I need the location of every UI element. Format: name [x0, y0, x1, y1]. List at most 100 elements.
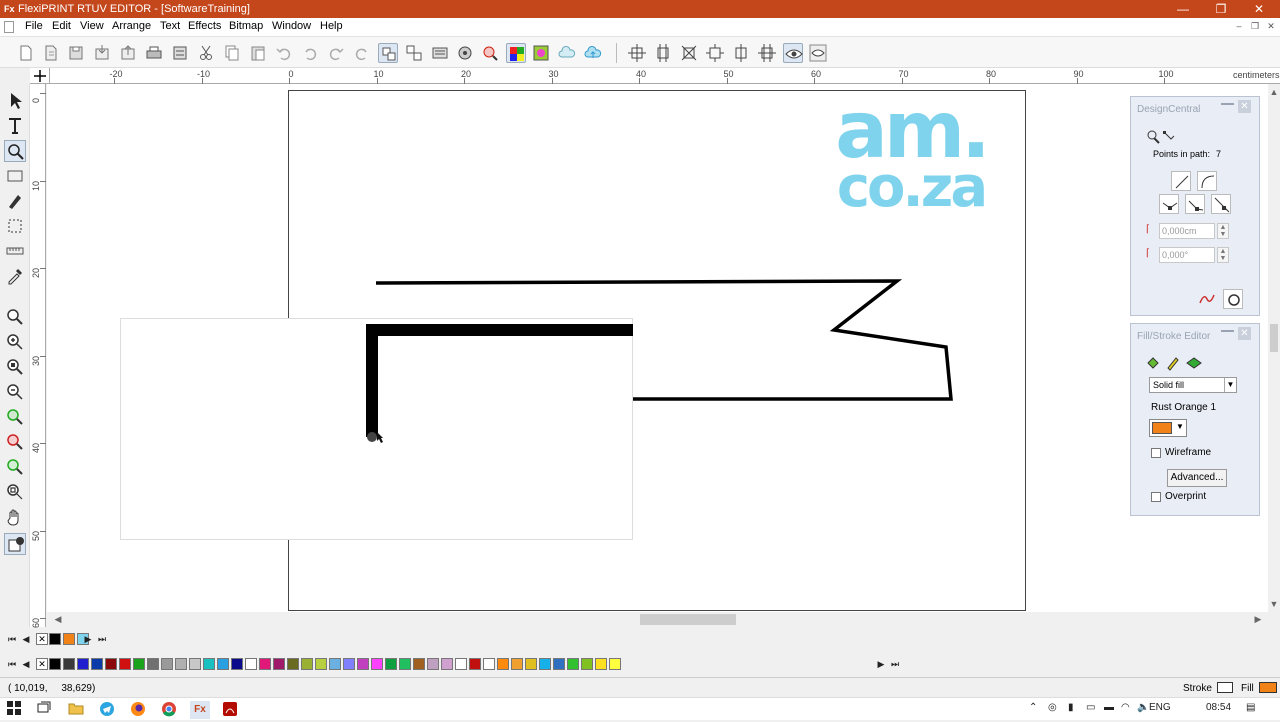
color-swatch[interactable] [161, 658, 173, 670]
color-swatch[interactable] [105, 658, 117, 670]
window-minimize-button[interactable]: — [1164, 0, 1202, 18]
color-swatch[interactable] [441, 658, 453, 670]
new-file-icon[interactable] [16, 43, 36, 63]
ungroup-icon[interactable] [404, 43, 424, 63]
tray-volume-icon[interactable]: 🔈 [1137, 702, 1149, 713]
open-path-icon[interactable] [1197, 289, 1217, 309]
acrobat-icon[interactable] [221, 701, 239, 719]
pen-tool-icon[interactable] [4, 190, 26, 212]
mdi-minimize-button[interactable]: – [1233, 20, 1245, 32]
align-right-icon[interactable] [679, 43, 699, 63]
color-swatch[interactable] [567, 658, 579, 670]
flexiprint-taskbar-icon[interactable]: Fx [190, 701, 210, 719]
scroll-up-icon[interactable]: ▲ [1268, 86, 1280, 98]
cloud-icon[interactable] [557, 43, 577, 63]
group-icon[interactable] [378, 43, 398, 63]
export-icon[interactable] [118, 43, 138, 63]
color-swatch[interactable] [595, 658, 607, 670]
cloud-upload-icon[interactable] [583, 43, 603, 63]
align-middle-icon[interactable] [731, 43, 751, 63]
node-edit-preview[interactable] [120, 318, 633, 540]
overprint-checkbox[interactable] [1151, 492, 1161, 502]
angle-spinner[interactable]: ▲ ▼ [1217, 247, 1229, 263]
tray-wifi-icon[interactable]: ◠ [1121, 702, 1130, 713]
color-swatch[interactable] [273, 658, 285, 670]
document-icon[interactable] [4, 21, 14, 33]
stroke-pen-icon[interactable] [1163, 353, 1183, 373]
angle-input[interactable]: 0,000° [1159, 247, 1215, 263]
horizontal-scroll-thumb[interactable] [640, 614, 736, 625]
color-swatch[interactable] [217, 658, 229, 670]
fill-bucket-icon[interactable] [1143, 353, 1163, 373]
copy-icon[interactable] [222, 43, 242, 63]
zoom-fit-icon[interactable] [4, 306, 26, 328]
color-swatch[interactable] [63, 633, 75, 645]
color-swatch[interactable] [497, 658, 509, 670]
color-wheel-icon[interactable] [455, 43, 475, 63]
vertical-scrollbar[interactable]: ▲ ▼ [1268, 84, 1280, 612]
panel-close-button[interactable]: ✕ [1238, 100, 1251, 113]
color-swatch[interactable] [343, 658, 355, 670]
horizontal-ruler[interactable]: -20 -10 0 10 20 30 40 50 60 70 80 90 100 centimeters [50, 68, 1280, 84]
color-swatch[interactable] [455, 658, 467, 670]
menu-effects[interactable]: Effects [188, 20, 221, 32]
smooth-node-icon[interactable] [1185, 194, 1205, 214]
undo-icon[interactable] [274, 43, 294, 63]
palette-next-icon[interactable]: ▶ [82, 633, 94, 645]
palette-prev-icon[interactable]: ◀ [20, 658, 32, 670]
notification-center-icon[interactable]: ▤ [1246, 702, 1255, 713]
wireframe-checkbox[interactable] [1151, 448, 1161, 458]
color-swatch[interactable] [91, 658, 103, 670]
arrange-icon[interactable] [430, 43, 450, 63]
tray-usb-icon[interactable]: ▮ [1068, 702, 1074, 713]
color-swatch[interactable] [49, 633, 61, 645]
tray-sync-icon[interactable]: ◎ [1048, 702, 1057, 713]
color-swatch[interactable] [231, 658, 243, 670]
tray-battery-icon[interactable]: ▬ [1104, 702, 1114, 713]
node-tool-icon[interactable] [1143, 127, 1163, 147]
zoom-in-icon[interactable] [4, 331, 26, 353]
windows-start-icon[interactable] [5, 701, 23, 719]
color-swatch[interactable] [203, 658, 215, 670]
stroke-indicator[interactable] [1217, 682, 1233, 693]
menu-file[interactable]: File [25, 20, 43, 32]
color-swatch[interactable] [119, 658, 131, 670]
task-view-icon[interactable] [35, 701, 53, 719]
tray-clock[interactable]: 08:54 [1206, 702, 1231, 713]
firefox-icon[interactable] [129, 701, 147, 719]
color-swatch[interactable] [63, 658, 75, 670]
align-top-icon[interactable] [705, 43, 725, 63]
color-swatch[interactable] [581, 658, 593, 670]
color-swatch[interactable] [287, 658, 299, 670]
color-swatch[interactable] [133, 658, 145, 670]
import-icon[interactable] [92, 43, 112, 63]
color-picker-button[interactable]: ▼ [1149, 419, 1187, 437]
redo-icon[interactable] [326, 43, 346, 63]
vertical-ruler[interactable]: 0 10 20 30 40 50 60 [30, 84, 46, 628]
color-swatch[interactable] [483, 658, 495, 670]
file-explorer-icon[interactable] [67, 701, 85, 719]
measure-tool-icon[interactable] [4, 240, 26, 262]
fill-type-select[interactable]: Solid fill ▼ [1149, 377, 1237, 393]
color-swatch[interactable] [357, 658, 369, 670]
print-icon[interactable] [144, 43, 164, 63]
select-arrow-icon[interactable] [4, 90, 26, 112]
color-swatch[interactable] [147, 658, 159, 670]
curve-segment-icon[interactable] [1197, 171, 1217, 191]
zoom-previous-icon[interactable] [4, 456, 26, 478]
scroll-right-icon[interactable]: ▶ [1252, 613, 1264, 625]
telegram-icon[interactable] [98, 701, 116, 719]
color-swatch[interactable] [539, 658, 551, 670]
pan-hand-icon[interactable] [4, 506, 26, 528]
rectangle-tool-icon[interactable] [4, 165, 26, 187]
crop-tool-icon[interactable] [4, 215, 26, 237]
palette-last-icon[interactable]: ⏭ [889, 658, 901, 670]
open-file-icon[interactable] [41, 43, 61, 63]
zoom-out-icon[interactable] [4, 381, 26, 403]
eyedropper-icon[interactable] [4, 265, 26, 287]
palette-first-icon[interactable]: ⏮ [6, 633, 18, 645]
zoom-selection-icon[interactable] [4, 406, 26, 428]
symmetric-node-icon[interactable] [1211, 194, 1231, 214]
text-tool-icon[interactable] [4, 115, 26, 137]
close-path-icon[interactable] [1223, 289, 1243, 309]
